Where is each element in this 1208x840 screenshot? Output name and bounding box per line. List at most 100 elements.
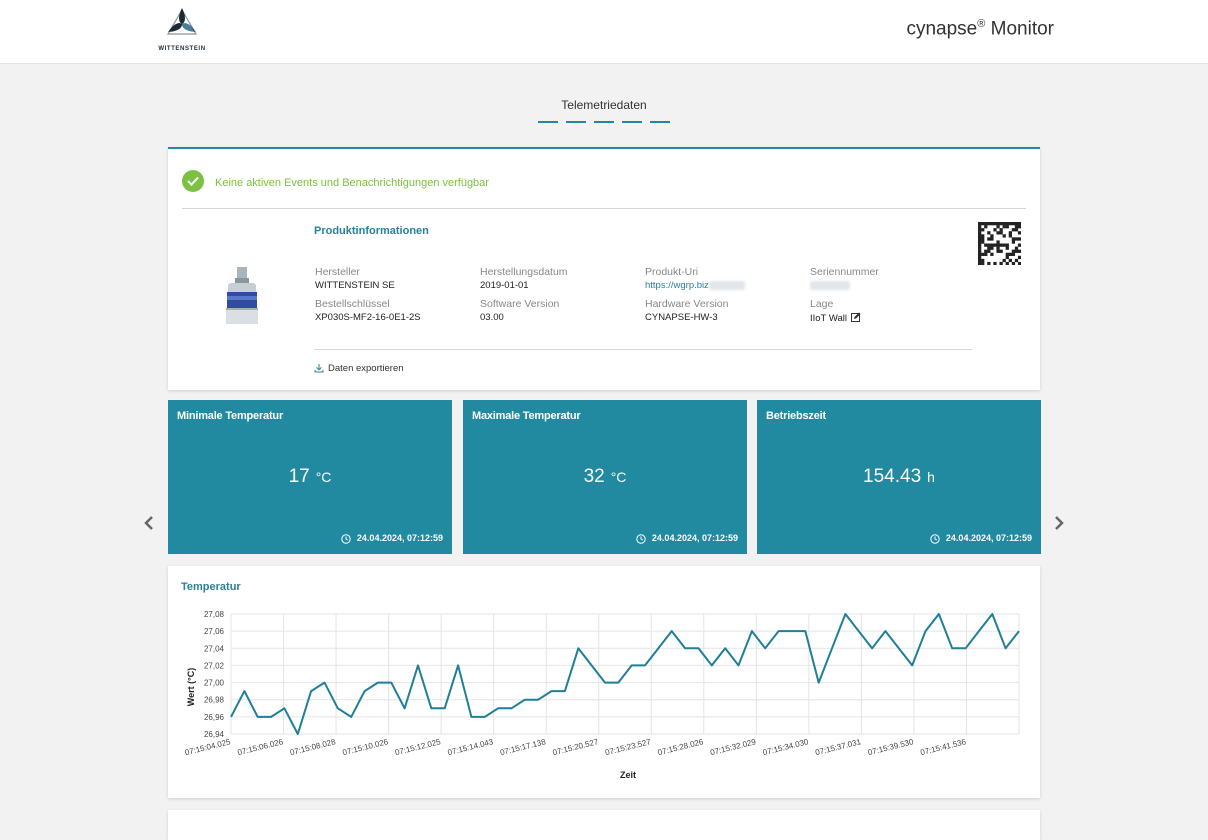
logo-mark-icon <box>166 8 198 35</box>
qr-module <box>978 246 982 250</box>
produkt-uri-text[interactable]: https://wgrp.biz <box>645 280 709 291</box>
qr-module <box>1005 255 1009 260</box>
kpi-timestamp: 24.04.2024, 07:12:59 <box>341 533 443 544</box>
divider <box>314 349 972 350</box>
qr-module <box>1017 237 1022 241</box>
chart-series <box>230 613 1020 735</box>
qr-module <box>1002 243 1006 247</box>
qr-module <box>999 231 1003 235</box>
qr-module <box>978 240 982 244</box>
temperature-chart: 27,08 27,06 27,04 27,02 27,00 26,98 26,96 26,94… <box>184 610 1020 780</box>
step-2[interactable] <box>566 121 586 123</box>
temperature-chart-card: Temperatur 27,08 27,06 27,04 27,02 27,00 26,9… <box>168 566 1040 798</box>
qr-module <box>996 246 1000 250</box>
top-bar: WITTENSTEIN cynapse® Monitor <box>0 0 1208 64</box>
x-tick-label: 07:15:39.530 <box>867 737 915 757</box>
x-tick-label: 07:15:20.527 <box>552 737 600 757</box>
qr-module <box>993 243 997 247</box>
kpi-max-temperature: Maximale Temperatur 32 °C 24.04.2024, 07:… <box>463 400 747 554</box>
qr-module <box>981 222 985 226</box>
x-axis-ticks: 07:15:04.025 07:15:06.026 07:15:08.028 07:1… <box>184 737 968 757</box>
x-tick-label: 07:15:28.026 <box>657 737 705 757</box>
qr-module <box>996 249 1000 253</box>
x-axis-label: Zeit <box>620 770 636 780</box>
field-value: 03.00 <box>480 312 504 323</box>
qr-module <box>1014 237 1019 241</box>
check-circle-icon <box>182 170 204 192</box>
kpi-number: 32 <box>583 466 605 487</box>
field-label: Hardware Version <box>645 298 729 310</box>
qr-module <box>996 225 1000 229</box>
edit-icon[interactable] <box>850 312 861 325</box>
clock-icon <box>341 534 351 544</box>
qr-module <box>1005 243 1009 247</box>
step-5[interactable] <box>650 121 670 123</box>
kpi-min-temperature: Minimale Temperatur 17 °C 24.04.2024, 07:… <box>168 400 452 554</box>
x-tick-label: 07:15:08.028 <box>289 737 337 757</box>
y-tick-label: 27,04 <box>204 644 225 653</box>
qr-module <box>981 252 985 256</box>
x-tick-label: 07:15:10.026 <box>342 737 390 757</box>
qr-module <box>987 243 991 247</box>
field-hardware-version: Hardware Version CYNAPSE-HW-3 <box>645 298 728 323</box>
qr-module <box>999 243 1003 247</box>
x-tick-label: 07:15:12.025 <box>394 737 442 757</box>
qr-module <box>996 222 1000 226</box>
qr-module <box>1011 252 1016 256</box>
kpi-value: 32 °C <box>463 466 747 488</box>
field-value: WITTENSTEIN SE <box>315 280 395 291</box>
clock-icon <box>930 534 940 544</box>
qr-module <box>1017 249 1022 253</box>
produkt-uri-link[interactable]: https://wgrp.biz <box>645 280 745 291</box>
kpi-title: Maximale Temperatur <box>472 410 581 422</box>
qr-module <box>1008 234 1012 238</box>
kpi-timestamp-text: 24.04.2024, 07:12:59 <box>651 533 738 544</box>
field-label: Software Version <box>480 298 560 310</box>
y-tick-label: 26,98 <box>204 696 225 705</box>
export-label[interactable]: Daten exportieren <box>328 363 404 374</box>
export-data-link[interactable]: Daten exportieren <box>314 363 404 374</box>
y-axis-label: Wert (°C) <box>186 668 196 706</box>
qr-module <box>990 222 994 226</box>
qr-module <box>1011 222 1016 226</box>
app-title-rest: Monitor <box>985 18 1054 40</box>
qr-module <box>1017 231 1022 235</box>
qr-module <box>981 240 985 244</box>
wittenstein-logo[interactable]: WITTENSTEIN <box>152 6 212 56</box>
step-3[interactable] <box>594 121 614 123</box>
product-info-card: Keine aktiven Events und Benachrichtigun… <box>168 147 1040 390</box>
qr-module <box>999 261 1003 266</box>
product-image <box>218 266 266 326</box>
qr-module <box>1017 255 1022 260</box>
chevron-right-icon <box>1055 516 1064 530</box>
qr-module <box>993 228 997 232</box>
app-title-brand: cynapse <box>906 18 978 40</box>
qr-module <box>990 237 994 241</box>
kpi-timestamp-text: 24.04.2024, 07:12:59 <box>945 533 1032 544</box>
qr-module <box>1005 222 1009 226</box>
carousel-prev-button[interactable] <box>141 513 157 533</box>
step-1[interactable] <box>538 121 558 123</box>
kpi-number: 154.43 <box>863 466 922 487</box>
qr-module <box>978 258 982 263</box>
x-tick-label: 07:15:14.043 <box>447 737 495 757</box>
qr-module <box>978 249 982 253</box>
qr-module <box>987 237 991 241</box>
field-hersteller: Hersteller WITTENSTEIN SE <box>315 266 395 291</box>
kpi-timestamp: 24.04.2024, 07:12:59 <box>636 533 738 544</box>
field-label: Herstellungsdatum <box>480 266 568 278</box>
app-title: cynapse® Monitor <box>906 18 1054 40</box>
qr-module <box>978 231 982 235</box>
carousel-next-button[interactable] <box>1051 513 1067 533</box>
y-axis-ticks: 27,08 27,06 27,04 27,02 27,00 26,98 26,96 26,94 <box>204 610 225 739</box>
qr-module <box>999 222 1003 226</box>
qr-module <box>999 249 1003 253</box>
additional-card <box>168 810 1040 840</box>
y-tick-label: 26,94 <box>204 730 225 739</box>
x-tick-label: 07:15:06.026 <box>237 737 285 757</box>
qr-module <box>1002 258 1006 263</box>
redacted-value <box>708 280 745 290</box>
qr-module <box>990 252 994 256</box>
step-4[interactable] <box>622 121 642 123</box>
field-lage: Lage IIoT Wall <box>810 298 861 325</box>
